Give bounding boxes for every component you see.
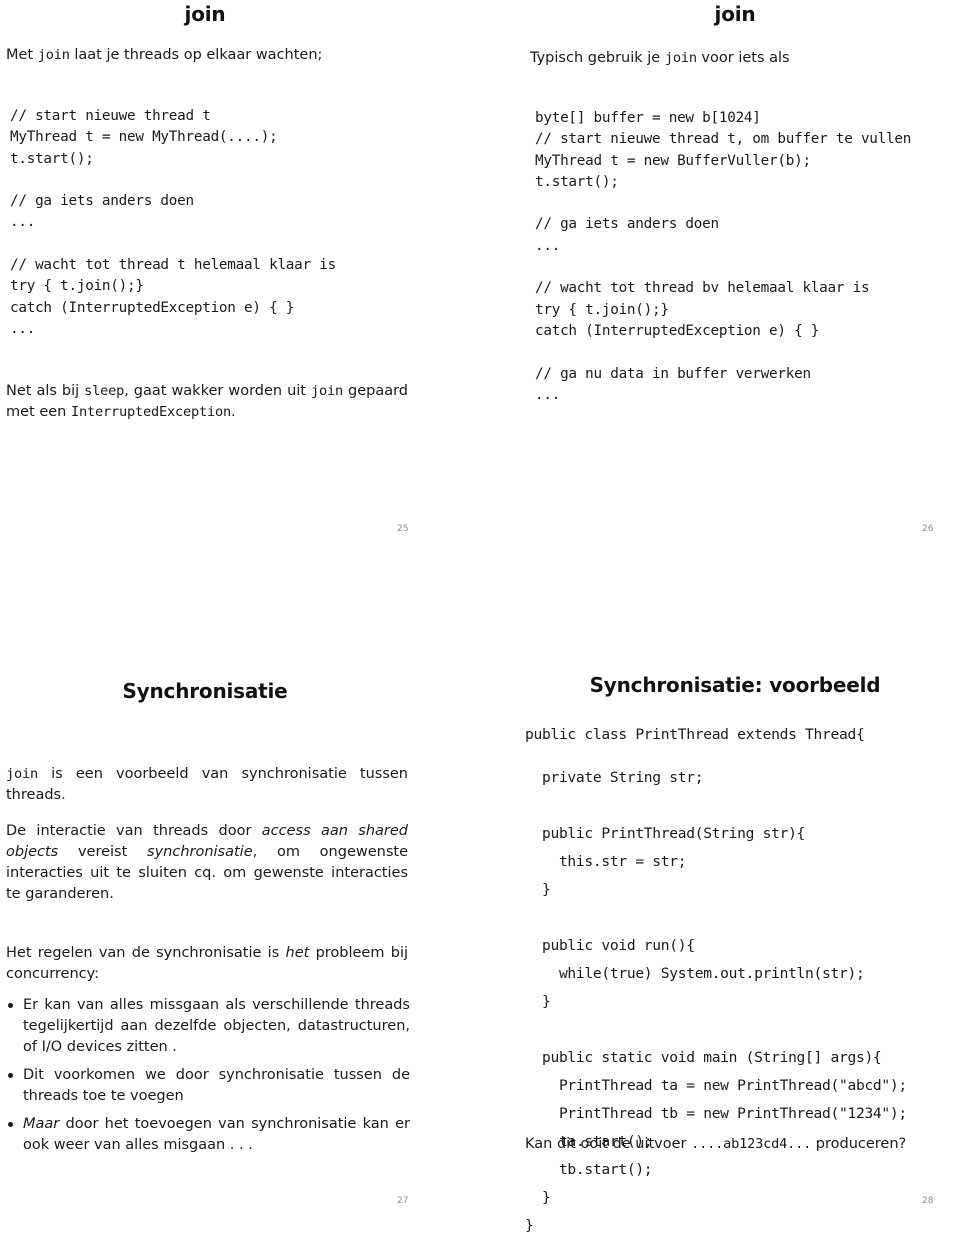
- handout-page: { "slides": [ { "id": "slide-join-1", "p…: [0, 0, 960, 1234]
- list-item-text: Dit voorkomen we door synchronisatie tus…: [23, 1067, 410, 1104]
- question-paragraph: Kan dit ooit de uitvoer ....ab123cd4... …: [525, 1136, 907, 1152]
- code-block: private String str; public PrintThread(S…: [525, 769, 907, 1234]
- bullet-dot-icon: [8, 1122, 13, 1127]
- slide-title: Synchronisatie: [122, 679, 288, 703]
- paragraph-3: Het regelen van de synchronisatie is het…: [6, 945, 408, 982]
- slide-join-1: join Met join laat je threads op elkaar …: [0, 0, 480, 609]
- slide-synchronisatie: Synchronisatie join is een voorbeeld van…: [0, 609, 480, 1218]
- page-number: 28: [922, 1196, 934, 1206]
- list-item: Er kan van alles missgaan als verschille…: [6, 995, 410, 1058]
- code-class-declaration: public class PrintThread extends Thread{: [525, 726, 865, 743]
- page-number: 26: [922, 524, 934, 534]
- bullet-dot-icon: [8, 1073, 13, 1078]
- intro-paragraph: Met join laat je threads op elkaar wacht…: [6, 47, 323, 63]
- intro-paragraph: Typisch gebruik je join voor iets als: [530, 50, 790, 66]
- code-block: byte[] buffer = new b[1024] // start nie…: [535, 110, 912, 403]
- list-item-text: Maar door het toevoegen van synchronisat…: [23, 1116, 410, 1153]
- slide-join-2: join Typisch gebruik je join voor iets a…: [480, 0, 960, 609]
- bullet-list-items: Er kan van alles missgaan als verschille…: [6, 995, 410, 1156]
- code-block: // start nieuwe thread t MyThread t = ne…: [10, 108, 336, 337]
- list-item: Maar door het toevoegen van synchronisat…: [6, 1114, 410, 1156]
- paragraph-2: De interactie van threads door access aa…: [6, 823, 408, 902]
- slide-synchronisatie-voorbeeld: Synchronisatie: voorbeeld public class P…: [480, 609, 960, 1234]
- page-number: 25: [397, 524, 409, 534]
- slide-title: join: [184, 2, 226, 26]
- outro-paragraph: Net als bij sleep, gaat wakker worden ui…: [6, 383, 409, 420]
- bullet-list: Er kan van alles missgaan als verschille…: [6, 995, 410, 1163]
- paragraph-1: join is een voorbeeld van synchronisatie…: [6, 766, 408, 803]
- slide-title: join: [714, 2, 756, 26]
- page-number: 27: [397, 1196, 409, 1206]
- slide-title: Synchronisatie: voorbeeld: [589, 673, 881, 697]
- list-item-text: Er kan van alles missgaan als verschille…: [23, 997, 410, 1055]
- list-item: Dit voorkomen we door synchronisatie tus…: [6, 1065, 410, 1107]
- bullet-dot-icon: [8, 1003, 13, 1008]
